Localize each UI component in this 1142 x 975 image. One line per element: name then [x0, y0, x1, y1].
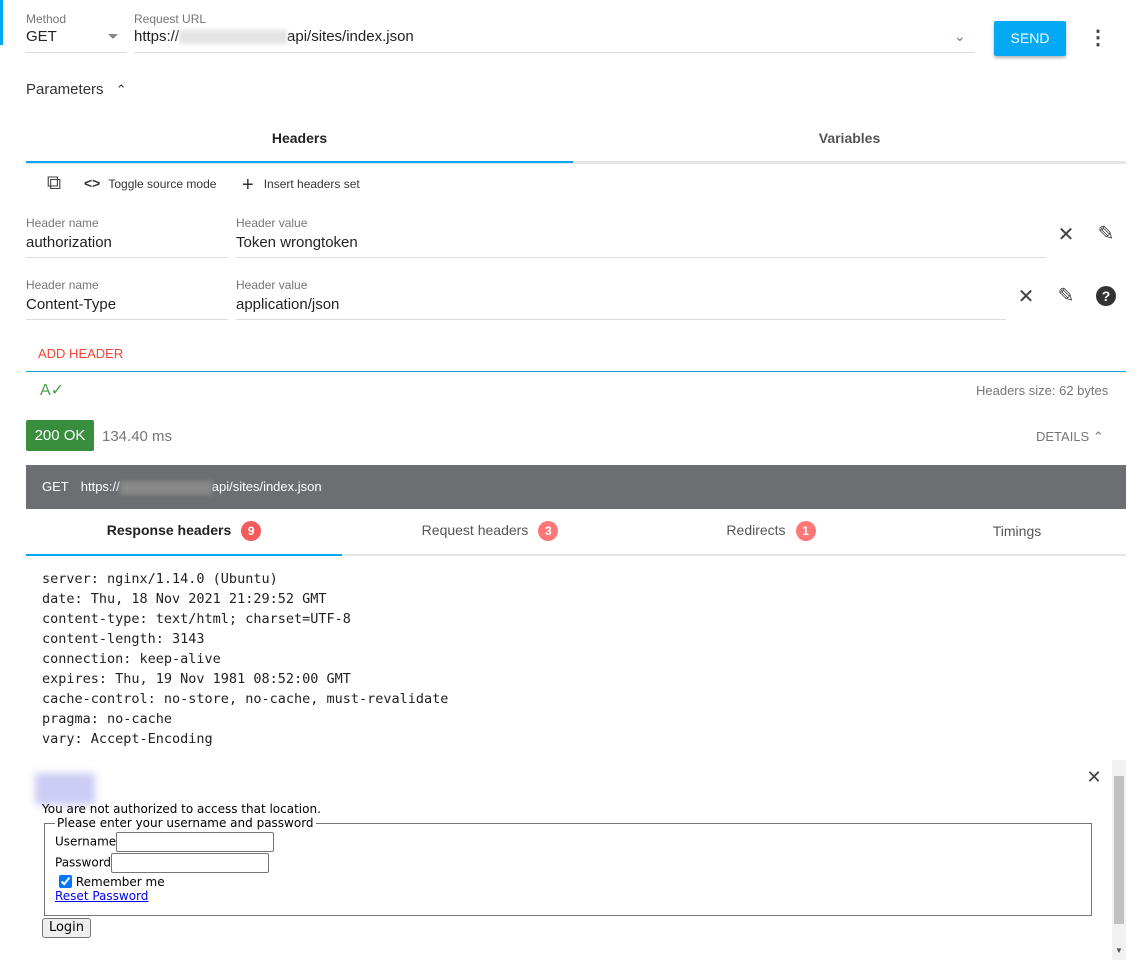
header-line: content-type: text/html; charset=UTF-8: [42, 611, 351, 627]
header-line: date: Thu, 18 Nov 2021 21:29:52 GMT: [42, 591, 327, 607]
url-input[interactable]: https:// api/sites/index.json ⌄: [134, 28, 974, 53]
edit-icon[interactable]: ✎: [1054, 286, 1078, 306]
url-label: Request URL: [134, 12, 207, 26]
send-button[interactable]: SEND: [994, 21, 1066, 56]
header-name-label: Header name: [26, 216, 99, 230]
header-name-input[interactable]: Content-Type: [26, 296, 228, 320]
url-prefix: https://: [80, 479, 120, 494]
remember-checkbox[interactable]: [59, 875, 72, 888]
header-name-input[interactable]: authorization: [26, 234, 228, 258]
login-button[interactable]: Login: [42, 918, 91, 938]
details-toggle[interactable]: DETAILS ⌃: [1036, 429, 1104, 445]
count-badge: 9: [241, 521, 262, 541]
unauthorized-message: You are not authorized to access that lo…: [42, 802, 321, 816]
header-value-input[interactable]: Token wrongtoken: [236, 234, 1046, 258]
tab-label: Redirects: [726, 522, 786, 538]
close-icon[interactable]: ✕: [1054, 225, 1078, 245]
header-line: connection: keep-alive: [42, 651, 221, 667]
header-line: expires: Thu, 19 Nov 1981 08:52:00 GMT: [42, 671, 351, 687]
add-header-button[interactable]: ADD HEADER: [38, 346, 123, 361]
url-suffix: api/sites/index.json: [211, 479, 322, 494]
header-value-label: Header value: [236, 278, 308, 292]
header-line: vary: Accept-Encoding: [42, 731, 213, 747]
tab-indicator: [26, 554, 342, 556]
tab-headers[interactable]: Headers: [26, 130, 573, 146]
code-icon: <>: [84, 175, 101, 191]
divider: [26, 371, 1126, 372]
redacted-logo: [35, 773, 95, 805]
redacted: [119, 480, 212, 495]
redacted: [179, 29, 288, 44]
spellcheck-icon: A✓: [40, 382, 65, 399]
insert-set-label: Insert headers set: [263, 177, 360, 191]
close-icon[interactable]: ✕: [1082, 767, 1106, 787]
tab-indicator: [26, 161, 573, 163]
toggle-source-label: Toggle source mode: [108, 177, 217, 191]
parameters-toggle[interactable]: Parameters ⌃: [26, 81, 127, 98]
method-value: GET: [26, 28, 57, 45]
header-line: content-length: 3143: [42, 631, 205, 647]
header-line: pragma: no-cache: [42, 711, 173, 727]
response-time: 134.40 ms: [102, 428, 173, 445]
headers-size: Headers size: 62 bytes: [976, 383, 1109, 398]
username-label: Username: [55, 834, 117, 849]
remember-label: Remember me: [75, 875, 165, 889]
password-label: Password: [55, 855, 112, 870]
close-icon[interactable]: ✕: [1014, 287, 1038, 307]
copy-icon[interactable]: ⧉: [42, 173, 66, 193]
method-label: Method: [26, 12, 67, 26]
edit-icon[interactable]: ✎: [1094, 224, 1118, 244]
dropdown-arrow-icon: [108, 34, 118, 44]
username-input[interactable]: [116, 832, 275, 852]
request-method: GET: [42, 479, 69, 494]
tab-label: Response headers: [106, 522, 232, 538]
scrollbar-thumb[interactable]: [1114, 776, 1124, 924]
header-value-label: Header value: [236, 216, 308, 230]
tab-variables[interactable]: Variables: [573, 130, 1126, 146]
header-value-input[interactable]: application/json: [236, 296, 1006, 320]
reset-password-link[interactable]: Reset Password: [55, 889, 148, 903]
plus-icon: +: [242, 174, 254, 196]
tab-response-headers[interactable]: Response headers 9: [26, 521, 342, 541]
details-label: DETAILS: [1036, 429, 1090, 444]
url-suffix: api/sites/index.json: [287, 28, 414, 45]
scroll-down-icon[interactable]: ▼: [1115, 946, 1123, 955]
count-badge: 1: [795, 521, 816, 541]
toggle-source-button[interactable]: <> Toggle source mode: [84, 175, 216, 191]
tab-request-headers[interactable]: Request headers 3: [342, 521, 638, 541]
chevron-down-icon[interactable]: ⌄: [954, 28, 966, 45]
url-prefix: https://: [134, 28, 180, 45]
tab-timings[interactable]: Timings: [904, 523, 1130, 539]
request-url-bar: GET https:// api/sites/index.json: [26, 465, 1126, 509]
header-name-label: Header name: [26, 278, 99, 292]
method-select[interactable]: GET: [26, 28, 126, 53]
help-icon[interactable]: ?: [1096, 286, 1116, 306]
parameters-title: Parameters: [26, 81, 104, 98]
more-vert-icon[interactable]: ⋮: [1086, 28, 1110, 48]
tab-redirects[interactable]: Redirects 1: [638, 521, 904, 541]
header-line: server: nginx/1.14.0 (Ubuntu): [42, 571, 278, 587]
count-badge: 3: [538, 521, 559, 541]
header-line: cache-control: no-store, no-cache, must-…: [42, 691, 449, 707]
fieldset-legend: Please enter your username and password: [57, 816, 314, 830]
chevron-up-icon: ⌃: [115, 82, 127, 97]
active-indicator: [0, 0, 3, 45]
insert-headers-set-button[interactable]: + Insert headers set: [242, 174, 360, 197]
login-fieldset: Please enter your username and password …: [44, 816, 1092, 916]
tab-label: Request headers: [421, 522, 529, 538]
password-input[interactable]: [111, 853, 270, 873]
scrollbar[interactable]: ▼: [1112, 760, 1126, 960]
status-badge: 200 OK: [26, 420, 94, 451]
chevron-up-icon: ⌃: [1092, 429, 1104, 444]
response-headers-list: server: nginx/1.14.0 (Ubuntu) date: Thu, …: [42, 569, 448, 749]
